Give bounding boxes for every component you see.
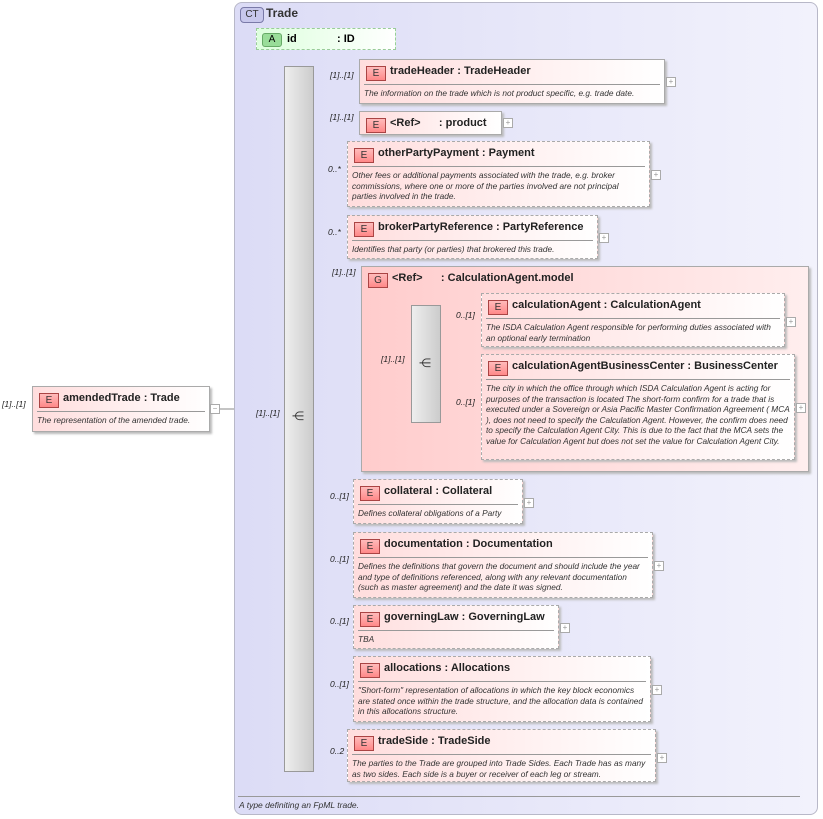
element-badge: E xyxy=(354,148,374,163)
element-tradeSide[interactable]: E tradeSide : TradeSide The parties to t… xyxy=(347,729,656,782)
collapse-button[interactable]: − xyxy=(210,404,220,414)
element-name: collateral : Collateral xyxy=(384,485,493,497)
sequence-compositor[interactable]: ⋲ xyxy=(284,66,314,772)
element-brokerPartyReference[interactable]: E brokerPartyReference : PartyReference … xyxy=(347,215,598,259)
cardinality: [1]..[1] xyxy=(330,112,354,122)
element-description: TBA xyxy=(358,630,554,645)
element-product-ref[interactable]: E <Ref> : product xyxy=(359,111,502,135)
element-name: documentation : Documentation xyxy=(384,538,553,550)
element-description: The information on the trade which is no… xyxy=(364,84,660,99)
group-sequence-compositor[interactable]: ⋲ xyxy=(411,305,441,423)
element-calculationAgent[interactable]: E calculationAgent : CalculationAgent Th… xyxy=(481,293,785,347)
attribute-name: id xyxy=(287,33,297,45)
sequence-icon: ⋲ xyxy=(419,356,431,370)
element-amendedTrade[interactable]: E amendedTrade : Trade The representatio… xyxy=(32,386,210,432)
element-badge: E xyxy=(488,361,508,376)
expand-button[interactable]: + xyxy=(786,317,796,327)
element-description: The city in which the office through whi… xyxy=(486,379,790,446)
cardinality: 0..* xyxy=(328,164,341,174)
element-name: governingLaw : GoverningLaw xyxy=(384,611,545,623)
element-description: The representation of the amended trade. xyxy=(37,411,205,426)
element-name: <Ref> : product xyxy=(390,117,487,129)
cardinality: 0..[1] xyxy=(330,554,349,564)
element-name: tradeHeader : TradeHeader xyxy=(390,65,531,77)
element-allocations[interactable]: E allocations : Allocations "Short-form"… xyxy=(353,656,651,722)
root-cardinality: [1]..[1] xyxy=(2,399,26,409)
complex-type-description: A type definiting an FpML trade. xyxy=(239,800,360,810)
attribute-type: : ID xyxy=(337,33,355,45)
expand-button[interactable]: + xyxy=(651,170,661,180)
expand-button[interactable]: + xyxy=(599,233,609,243)
element-name: otherPartyPayment : Payment xyxy=(378,147,535,159)
attribute-id[interactable]: A id : ID xyxy=(256,28,396,50)
element-badge: E xyxy=(366,118,386,133)
element-badge: E xyxy=(360,486,380,501)
cardinality: 0..[1] xyxy=(456,397,475,407)
element-name: amendedTrade : Trade xyxy=(63,392,180,404)
element-badge: E xyxy=(366,66,386,81)
expand-button[interactable]: + xyxy=(654,561,664,571)
expand-button[interactable]: + xyxy=(560,623,570,633)
group-name: <Ref> : CalculationAgent.model xyxy=(392,272,574,284)
group-sequence-cardinality: [1]..[1] xyxy=(381,354,405,364)
element-badge: E xyxy=(39,393,59,408)
attribute-badge: A xyxy=(262,33,282,47)
element-calculationAgentBusinessCenter[interactable]: E calculationAgentBusinessCenter : Busin… xyxy=(481,354,795,460)
element-documentation[interactable]: E documentation : Documentation Defines … xyxy=(353,532,653,598)
element-badge: E xyxy=(360,663,380,678)
element-description: Identifies that party (or parties) that … xyxy=(352,240,593,255)
expand-button[interactable]: + xyxy=(657,753,667,763)
cardinality: 0..2 xyxy=(330,746,345,756)
sequence-cardinality: [1]..[1] xyxy=(256,408,280,418)
element-badge: E xyxy=(360,539,380,554)
element-name: tradeSide : TradeSide xyxy=(378,735,491,747)
element-description: The ISDA Calculation Agent responsible f… xyxy=(486,318,780,343)
expand-button[interactable]: + xyxy=(666,77,676,87)
complex-type-title: Trade xyxy=(266,6,299,20)
element-governingLaw[interactable]: E governingLaw : GoverningLaw TBA xyxy=(353,605,559,649)
complex-type-badge: CT xyxy=(240,7,264,23)
element-badge: E xyxy=(354,222,374,237)
expand-button[interactable]: + xyxy=(524,498,534,508)
cardinality: 0..[1] xyxy=(330,491,349,501)
expand-button[interactable]: + xyxy=(796,403,806,413)
element-name: allocations : Allocations xyxy=(384,662,511,674)
element-otherPartyPayment[interactable]: E otherPartyPayment : Payment Other fees… xyxy=(347,141,650,207)
element-name: calculationAgentBusinessCenter : Busines… xyxy=(512,360,778,372)
footer-divider xyxy=(238,796,800,797)
expand-button[interactable]: + xyxy=(503,118,513,128)
group-badge: G xyxy=(368,273,388,288)
element-description: Other fees or additional payments associ… xyxy=(352,166,645,202)
cardinality: 0..[1] xyxy=(330,616,349,626)
element-badge: E xyxy=(488,300,508,315)
sequence-icon: ⋲ xyxy=(292,409,304,423)
element-badge: E xyxy=(360,612,380,627)
element-description: Defines the definitions that govern the … xyxy=(358,557,648,593)
cardinality: [1]..[1] xyxy=(330,70,354,80)
element-name: brokerPartyReference : PartyReference xyxy=(378,221,584,233)
cardinality: 0..* xyxy=(328,227,341,237)
element-description: The parties to the Trade are grouped int… xyxy=(352,754,651,779)
element-badge: E xyxy=(354,736,374,751)
group-cardinality: [1]..[1] xyxy=(332,267,356,277)
expand-button[interactable]: + xyxy=(652,685,662,695)
element-collateral[interactable]: E collateral : Collateral Defines collat… xyxy=(353,479,523,524)
cardinality: 0..[1] xyxy=(330,679,349,689)
element-description: Defines collateral obligations of a Part… xyxy=(358,504,518,519)
element-description: "Short-form" representation of allocatio… xyxy=(358,681,646,717)
cardinality: 0..[1] xyxy=(456,310,475,320)
element-tradeHeader[interactable]: E tradeHeader : TradeHeader The informat… xyxy=(359,59,665,104)
element-name: calculationAgent : CalculationAgent xyxy=(512,299,701,311)
